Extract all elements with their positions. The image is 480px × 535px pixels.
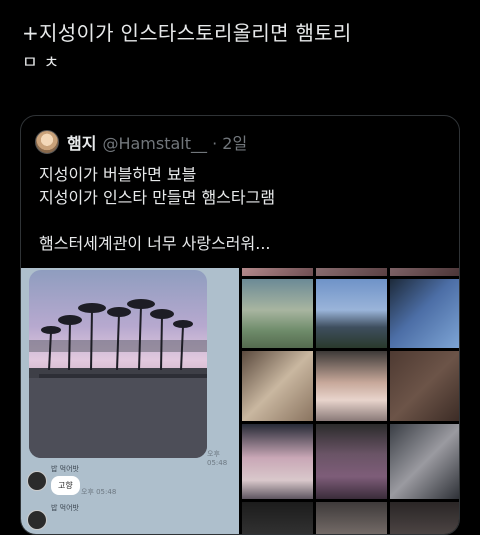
grid-photo-11	[316, 424, 387, 499]
palm-trees-photo	[29, 270, 207, 458]
palm-trees-illustration	[29, 299, 207, 458]
reply-time: 오후 05:48	[81, 488, 117, 496]
quote-header: 햄지 @Hamstalt__ · 2일	[35, 129, 247, 155]
grid-photo-4	[242, 279, 313, 348]
quote-body: 지성이가 버블하면 뵤블 지성이가 인스타 만들면 햄스타그램 햄스터세계관이 …	[39, 163, 449, 255]
grid-photo-6	[390, 279, 459, 348]
quote-author-handle[interactable]: @Hamstalt__ · 2일	[102, 130, 247, 154]
chat-avatar-2	[27, 510, 47, 530]
tweet-text: +지성이가 인스타스토리올리면 햄토리 ㅁ ㅊ	[22, 18, 462, 78]
photo-time: 오후 05:48	[207, 450, 228, 467]
grid-photo-8	[316, 351, 387, 421]
reply-text: 고향	[58, 481, 73, 490]
chat-sender-1: 밥 먹어밧	[51, 465, 79, 473]
grid-photo-9	[390, 351, 459, 421]
grid-photo-14	[316, 502, 387, 534]
avatar[interactable]	[35, 130, 59, 154]
quote-line-4: 햄스터세계관이 너무 사랑스러워...	[39, 234, 271, 253]
grid-photo-7	[242, 351, 313, 421]
chat-avatar	[27, 471, 47, 491]
grid-photo-1	[242, 268, 313, 276]
reply-bubble: 고향	[51, 476, 80, 495]
grid-photo-15	[390, 502, 459, 534]
tweet-line-2: ㅁ ㅊ	[22, 53, 60, 73]
grid-photo-13	[242, 502, 313, 534]
grid-photo-12	[390, 424, 459, 499]
grid-photo-10	[242, 424, 313, 499]
quote-tweet[interactable]: 햄지 @Hamstalt__ · 2일 지성이가 버블하면 뵤블 지성이가 인스…	[20, 115, 460, 535]
quote-author-name[interactable]: 햄지	[67, 130, 96, 154]
instagram-grid-image[interactable]	[242, 268, 459, 534]
chat-sender-2: 밥 먹어밧	[51, 504, 79, 512]
grid-photo-5	[316, 279, 387, 348]
quote-media[interactable]: 오후 05:48 밥 먹어밧 고향 오후 05:48 밥 먹어밧	[21, 268, 459, 534]
quote-line-3	[39, 209, 449, 232]
tweet-line-1: +지성이가 인스타스토리올리면 햄토리	[22, 21, 352, 45]
chat-screenshot-image[interactable]: 오후 05:48 밥 먹어밧 고향 오후 05:48 밥 먹어밧	[21, 268, 239, 534]
grid-photo-3	[390, 268, 459, 276]
quote-line-2: 지성이가 인스타 만들면 햄스타그램	[39, 188, 276, 207]
quote-line-1: 지성이가 버블하면 뵤블	[39, 165, 197, 184]
grid-photo-2	[316, 268, 387, 276]
